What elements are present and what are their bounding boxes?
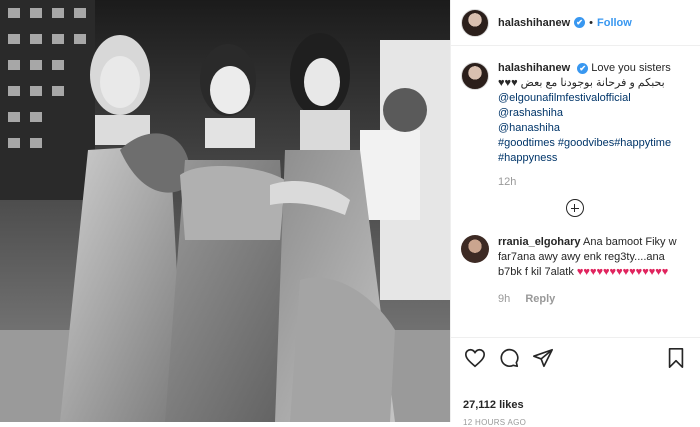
comments-scroll[interactable]: halashihanew ✔ Love you sisters بحبكم و … <box>451 47 700 337</box>
post-header: halashihanew ✔ • Follow <box>451 0 700 46</box>
bookmark-icon[interactable] <box>664 346 688 370</box>
commenter-username[interactable]: rrania_elgohary <box>498 236 581 248</box>
caption-hashtags[interactable]: #goodtimes #goodvibes#happytime <box>498 136 688 151</box>
separator: • <box>589 16 593 29</box>
plus-circle-icon[interactable] <box>565 199 584 217</box>
comment-meta: 9h Reply <box>498 292 688 307</box>
caption-body: halashihanew ✔ Love you sisters بحبكم و … <box>498 61 688 190</box>
comment-icon[interactable] <box>497 346 521 370</box>
share-icon[interactable] <box>531 346 555 370</box>
comment-body: rrania_elgohary Ana bamoot Fiky w far7an… <box>498 235 688 307</box>
action-bar <box>451 337 700 377</box>
post-timestamp[interactable]: 12 HOURS AGO <box>463 418 526 427</box>
post-sidebar: halashihanew ✔ • Follow halashihanew ✔ L… <box>450 0 700 427</box>
verified-badge-icon: ✔ <box>577 63 589 74</box>
caption-link-festival[interactable]: @elgounafilmfestivalofficial <box>498 91 688 106</box>
caption-avatar[interactable] <box>461 62 489 90</box>
heart-icon[interactable] <box>463 346 487 370</box>
comment-hearts: ♥♥♥♥♥♥♥♥♥♥♥♥♥♥ <box>576 266 669 278</box>
commenter-avatar[interactable] <box>461 235 489 263</box>
caption-arabic-line: بحبكم و فرحانة بوجودنا مع بعض ♥♥♥ <box>498 77 665 89</box>
caption-link-hana[interactable]: @hanashiha <box>498 121 688 136</box>
caption-time: 12h <box>498 176 517 188</box>
author-avatar[interactable] <box>461 8 489 37</box>
instagram-post: halashihanew ✔ • Follow halashihanew ✔ L… <box>0 0 700 427</box>
post-photo[interactable] <box>0 0 450 422</box>
caption: halashihanew ✔ Love you sisters بحبكم و … <box>461 61 688 190</box>
follow-button[interactable]: Follow <box>597 17 632 29</box>
reply-button[interactable]: Reply <box>525 293 555 305</box>
comment-item: rrania_elgohary Ana bamoot Fiky w far7an… <box>461 235 688 307</box>
photo-image <box>0 0 450 422</box>
likes-count[interactable]: 27,112 likes <box>463 399 524 411</box>
caption-text: Love you sisters <box>591 62 671 74</box>
caption-hashtag-happyness[interactable]: #happyness <box>498 151 688 166</box>
comment-time: 9h <box>498 293 511 305</box>
caption-link-rasha[interactable]: @rashashiha <box>498 106 688 121</box>
verified-badge-icon: ✔ <box>574 17 586 28</box>
caption-username[interactable]: halashihanew <box>498 62 570 74</box>
author-username[interactable]: halashihanew <box>498 17 570 29</box>
